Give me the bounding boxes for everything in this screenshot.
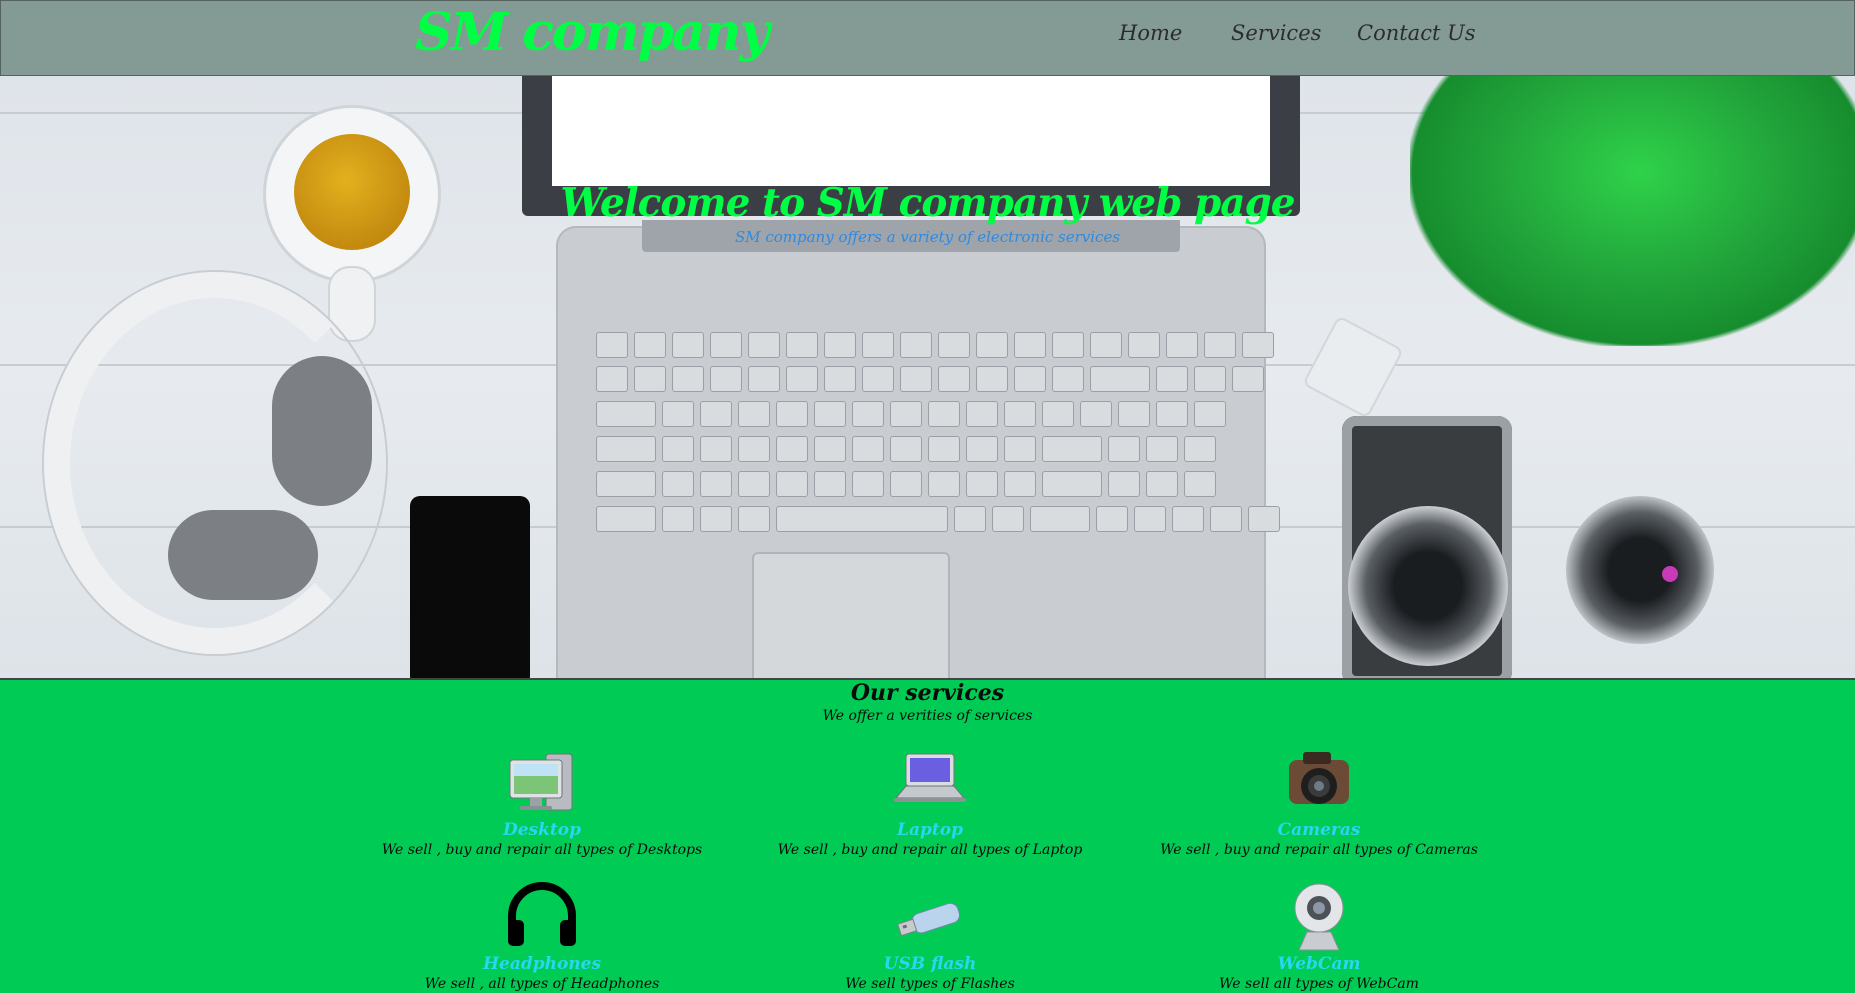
- service-name: Cameras: [1277, 820, 1361, 840]
- service-name: Desktop: [503, 820, 581, 840]
- hero-title: Welcome to SM company web page: [560, 180, 1295, 226]
- camera-lens-image: [1348, 506, 1508, 666]
- service-description: We sell , buy and repair all types of De…: [381, 842, 703, 858]
- service-card-cameras[interactable]: Cameras We sell , buy and repair all typ…: [1119, 746, 1519, 858]
- site-logo[interactable]: SM company: [415, 5, 770, 61]
- laptop-keyboard-image: [556, 226, 1280, 678]
- hero-banner: Welcome to SM company web page SM compan…: [0, 76, 1855, 680]
- service-name: Laptop: [897, 820, 963, 840]
- camera-lens-image: [1566, 496, 1714, 644]
- services-subheading: We offer a verities of services: [822, 708, 1033, 724]
- trackpad: [752, 552, 950, 678]
- service-name: WebCam: [1277, 954, 1361, 974]
- headphone-earcup: [168, 510, 318, 600]
- headphone-earcup: [272, 356, 372, 506]
- service-card-usb-flash[interactable]: USB flash We sell types of Flashes: [730, 880, 1130, 992]
- webcam-icon: [1279, 880, 1359, 952]
- desktop-icon: [502, 746, 582, 818]
- service-description: We sell , buy and repair all types of Ca…: [1160, 842, 1478, 858]
- camera-icon: [1279, 746, 1359, 818]
- nav-contact-link[interactable]: Contact Us: [1357, 21, 1497, 45]
- laptop-icon: [890, 746, 970, 818]
- hero-subtitle: SM company offers a variety of electroni…: [734, 228, 1121, 246]
- service-description: We sell , all types of Headphones: [424, 976, 660, 992]
- service-description: We sell all types of WebCam: [1219, 976, 1419, 992]
- service-description: We sell types of Flashes: [845, 976, 1015, 992]
- service-card-headphones[interactable]: Headphones We sell , all types of Headph…: [342, 880, 742, 992]
- service-card-laptop[interactable]: Laptop We sell , buy and repair all type…: [730, 746, 1130, 858]
- memory-card-image: [1304, 317, 1402, 417]
- services-heading: Our services: [850, 680, 1005, 706]
- service-card-webcam[interactable]: WebCam We sell all types of WebCam: [1119, 880, 1519, 992]
- headphones-icon: [502, 880, 582, 952]
- service-card-desktop[interactable]: Desktop We sell , buy and repair all typ…: [342, 746, 742, 858]
- service-description: We sell , buy and repair all types of La…: [777, 842, 1083, 858]
- usb-flash-icon: [890, 880, 970, 952]
- smartphone-image: [410, 496, 530, 678]
- nav-home-link[interactable]: Home: [1119, 21, 1199, 45]
- service-name: USB flash: [883, 954, 977, 974]
- nav-services-link[interactable]: Services: [1231, 21, 1331, 45]
- site-header: SM company Home Services Contact Us: [0, 0, 1855, 76]
- service-name: Headphones: [482, 954, 602, 974]
